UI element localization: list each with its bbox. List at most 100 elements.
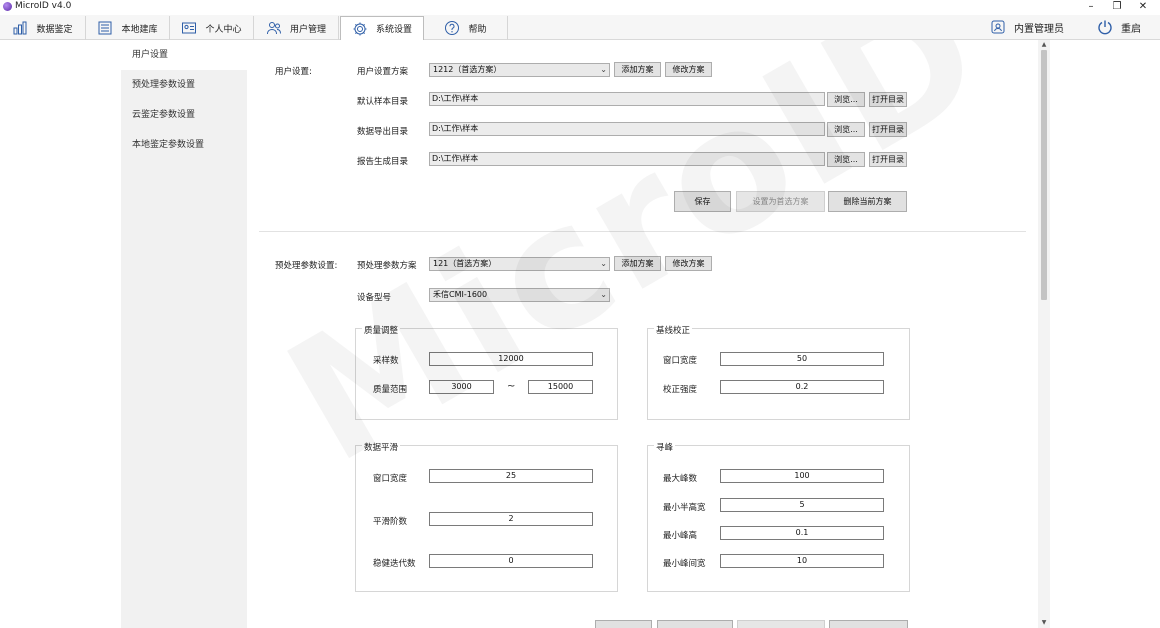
tab-help[interactable]: 帮助 (424, 16, 508, 40)
preprocess-delete-button[interactable] (829, 620, 908, 628)
baseline-strength-label: 校正强度 (663, 385, 698, 395)
window-title: MicroID v4.0 (15, 1, 72, 11)
scroll-thumb[interactable] (1041, 50, 1047, 300)
bar-chart-icon (13, 21, 27, 35)
smoothing-order-label: 平滑阶数 (373, 517, 408, 527)
current-user[interactable]: 内置管理员 (990, 19, 1064, 35)
tab-label: 本地建库 (121, 24, 158, 35)
baseline-group (647, 328, 910, 420)
id-card-icon (182, 22, 197, 34)
sidebar-item-local-settings[interactable]: 本地鉴定参数设置 (121, 130, 247, 160)
user-name: 内置管理员 (1014, 23, 1064, 35)
min-half-width-input[interactable]: 5 (720, 498, 884, 512)
tab-user-management[interactable]: 用户管理 (254, 16, 339, 40)
maximize-button[interactable]: ❐ (1104, 0, 1130, 14)
user-scheme-label: 用户设置方案 (357, 67, 409, 77)
baseline-strength-input[interactable]: 0.2 (720, 380, 884, 394)
chevron-down-icon: ⌄ (600, 65, 607, 74)
delete-scheme-button[interactable]: 删除当前方案 (828, 191, 907, 212)
help-icon (445, 21, 460, 35)
min-peak-height-input[interactable]: 0.1 (720, 526, 884, 540)
settings-sidebar: 用户设置 预处理参数设置 云鉴定参数设置 本地鉴定参数设置 (121, 40, 247, 628)
tab-system-settings[interactable]: 系统设置 (340, 16, 424, 41)
tab-label: 数据鉴定 (36, 24, 73, 35)
robust-iter-input[interactable]: 0 (429, 554, 593, 568)
gear-icon (353, 22, 367, 35)
peak-finding-title: 寻峰 (654, 441, 676, 453)
app-window: MicroID v4.0 – ❐ ✕ 数据鉴定 本地建库 个人中心 用户管理 系… (0, 0, 1160, 628)
preprocess-scheme-label: 预处理参数方案 (357, 261, 417, 271)
tab-data-identification[interactable]: 数据鉴定 (0, 16, 86, 40)
main-tab-bar: 数据鉴定 本地建库 个人中心 用户管理 系统设置 帮助 内置管理员 重启 (0, 15, 1160, 41)
tab-label: 帮助 (468, 24, 487, 35)
vertical-scrollbar[interactable]: ▲ ▼ (1038, 40, 1050, 628)
scroll-up-icon[interactable]: ▲ (1038, 40, 1050, 50)
min-peak-gap-input[interactable]: 10 (720, 554, 884, 568)
restart-label: 重启 (1121, 23, 1141, 35)
mass-range-max-input[interactable]: 15000 (528, 380, 593, 394)
minimize-button[interactable]: – (1078, 0, 1104, 14)
preprocess-section-label: 预处理参数设置: (275, 261, 338, 271)
preprocess-edit-scheme-button[interactable]: 修改方案 (665, 256, 712, 271)
report-dir-field[interactable]: D:\工作\样本 (429, 152, 825, 166)
range-separator: ~ (507, 381, 516, 392)
sidebar-item-user-settings[interactable]: 用户设置 (121, 40, 247, 70)
smoothing-title: 数据平滑 (362, 441, 401, 453)
close-button[interactable]: ✕ (1130, 0, 1156, 14)
mass-adjust-title: 质量调整 (362, 324, 401, 336)
max-peaks-input[interactable]: 100 (720, 469, 884, 483)
tab-local-library[interactable]: 本地建库 (86, 16, 170, 40)
default-sample-dir-label: 默认样本目录 (357, 97, 409, 107)
chevron-down-icon: ⌄ (600, 259, 607, 268)
data-export-dir-browse-button[interactable]: 浏览... (827, 122, 865, 137)
preprocess-scheme-select[interactable]: 121（首选方案） ⌄ (429, 257, 610, 271)
users-icon (266, 22, 281, 35)
device-model-value: 禾信CMI-1600 (433, 290, 488, 299)
user-save-button[interactable]: 保存 (674, 191, 731, 212)
smoothing-window-input[interactable]: 25 (429, 469, 593, 483)
mass-range-label: 质量范围 (373, 385, 408, 395)
data-export-dir-open-button[interactable]: 打开目录 (869, 122, 907, 137)
preprocess-action-button[interactable] (657, 620, 733, 628)
baseline-window-input[interactable]: 50 (720, 352, 884, 366)
set-preferred-scheme-button[interactable]: 设置为首选方案 (736, 191, 825, 212)
preprocess-save-button[interactable] (595, 620, 652, 628)
settings-content: 用户设置: 用户设置方案 1212（首选方案） ⌄ 添加方案 修改方案 默认样本… (247, 40, 1038, 628)
device-model-select[interactable]: 禾信CMI-1600 ⌄ (429, 288, 610, 302)
tab-personal-center[interactable]: 个人中心 (170, 16, 254, 40)
power-icon (1098, 20, 1112, 35)
peak-finding-group (647, 445, 910, 592)
smoothing-order-input[interactable]: 2 (429, 512, 593, 526)
user-edit-scheme-button[interactable]: 修改方案 (665, 62, 712, 77)
min-peak-height-label: 最小峰高 (663, 531, 698, 541)
report-dir-browse-button[interactable]: 浏览... (827, 152, 865, 167)
restart-button[interactable]: 重启 (1097, 19, 1141, 35)
data-export-dir-label: 数据导出目录 (357, 127, 409, 137)
user-badge-icon (991, 20, 1005, 34)
mass-adjust-group (355, 328, 618, 420)
user-scheme-value: 1212（首选方案） (433, 65, 502, 74)
user-add-scheme-button[interactable]: 添加方案 (614, 62, 661, 77)
sample-count-input[interactable]: 12000 (429, 352, 593, 366)
user-scheme-select[interactable]: 1212（首选方案） ⌄ (429, 63, 610, 77)
tab-label: 用户管理 (289, 24, 326, 35)
database-list-icon (98, 21, 112, 35)
chevron-down-icon: ⌄ (600, 290, 607, 299)
default-sample-dir-field[interactable]: D:\工作\样本 (429, 92, 825, 106)
default-sample-dir-open-button[interactable]: 打开目录 (869, 92, 907, 107)
sidebar-item-cloud-settings[interactable]: 云鉴定参数设置 (121, 100, 247, 130)
scroll-down-icon[interactable]: ▼ (1038, 618, 1050, 628)
tab-label: 系统设置 (375, 25, 412, 35)
mass-range-min-input[interactable]: 3000 (429, 380, 494, 394)
preprocess-add-scheme-button[interactable]: 添加方案 (614, 256, 661, 271)
data-export-dir-field[interactable]: D:\工作\样本 (429, 122, 825, 136)
report-dir-open-button[interactable]: 打开目录 (869, 152, 907, 167)
baseline-window-label: 窗口宽度 (663, 356, 698, 366)
default-sample-dir-browse-button[interactable]: 浏览... (827, 92, 865, 107)
tab-label: 个人中心 (205, 24, 242, 35)
preprocess-set-preferred-button[interactable] (737, 620, 825, 628)
report-dir-label: 报告生成目录 (357, 157, 409, 167)
app-logo-icon (3, 2, 12, 11)
min-peak-gap-label: 最小峰间宽 (663, 559, 706, 569)
sidebar-item-preprocess-settings[interactable]: 预处理参数设置 (121, 70, 247, 100)
